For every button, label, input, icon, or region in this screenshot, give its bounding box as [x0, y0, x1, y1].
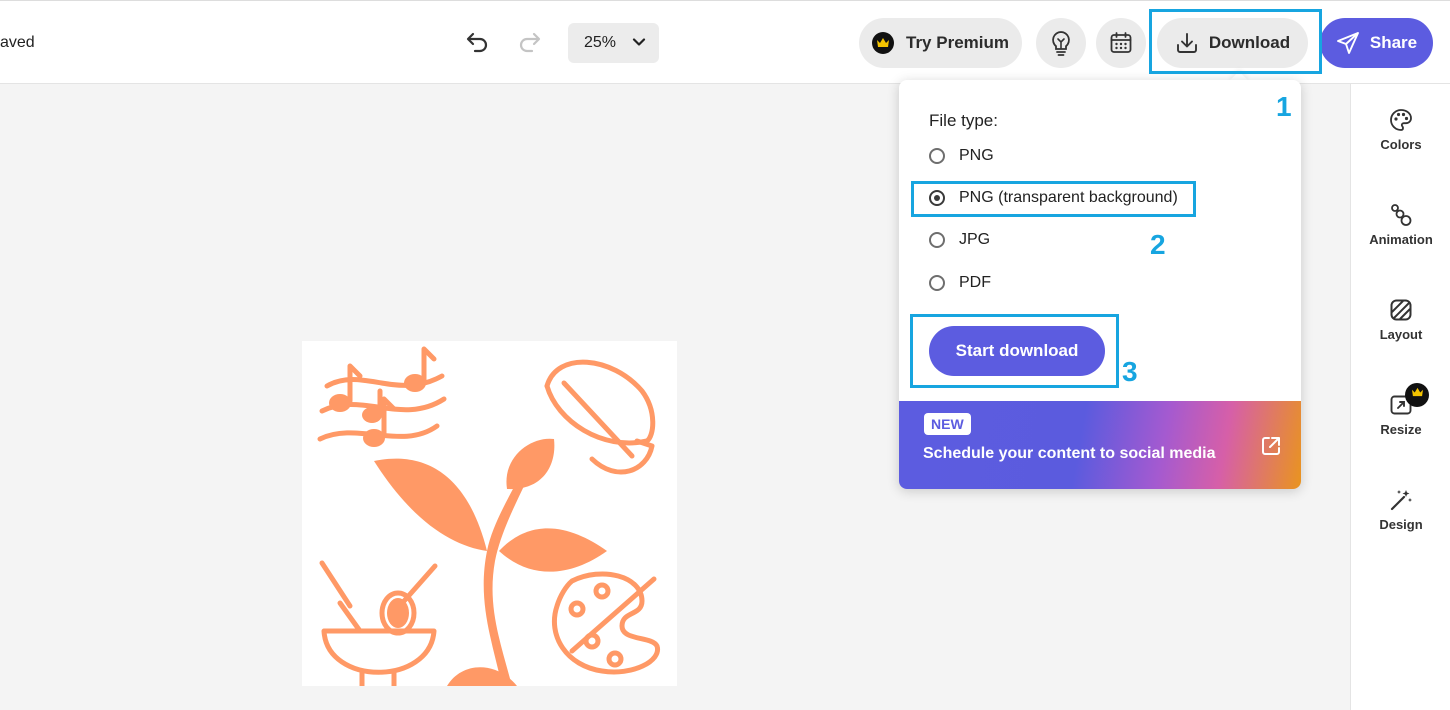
file-type-label: File type:	[929, 111, 998, 130]
file-type-option-pdf[interactable]: PDF	[929, 274, 991, 292]
brand-tips-button[interactable]	[1036, 18, 1086, 68]
file-type-option-png[interactable]: PNG	[929, 147, 994, 165]
zoom-select[interactable]: 25%	[568, 23, 659, 63]
file-type-option-png-transparent[interactable]: PNG (transparent background)	[929, 189, 1178, 207]
design-canvas[interactable]	[302, 341, 677, 686]
sidebar-item-label: Animation	[1369, 232, 1433, 247]
sidebar-item-design[interactable]: Design	[1351, 488, 1450, 532]
sidebar-item-label: Layout	[1379, 327, 1423, 342]
try-premium-button[interactable]: Try Premium	[859, 18, 1022, 68]
sidebar-item-label: Design	[1379, 517, 1423, 532]
step-number-1: 1	[1276, 91, 1292, 122]
radio-button[interactable]	[929, 232, 945, 248]
paper-plane-icon	[1336, 32, 1359, 54]
step-number-3: 3	[1122, 356, 1138, 387]
schedule-promo-banner[interactable]: NEW Schedule your content to social medi…	[899, 401, 1301, 489]
share-label: Share	[1369, 33, 1418, 52]
calendar-icon	[1110, 32, 1132, 53]
hobbies-illustration	[317, 346, 660, 686]
radio-button[interactable]	[929, 275, 945, 291]
zoom-value: 25%	[584, 34, 617, 51]
start-download-button[interactable]: Start download	[929, 326, 1105, 376]
undo-icon[interactable]	[465, 29, 491, 55]
step-number-2: 2	[1150, 229, 1166, 260]
lightbulb-icon	[1052, 31, 1070, 56]
external-link-icon	[1262, 437, 1280, 455]
option-label: PNG (transparent background)	[959, 189, 1178, 206]
radio-button-checked[interactable]	[929, 190, 945, 206]
layout-icon	[1390, 299, 1412, 321]
option-label: PDF	[959, 274, 991, 291]
crown-icon	[872, 32, 894, 54]
redo-icon[interactable]	[516, 29, 542, 55]
download-panel: File type: PNG PNG (transparent backgrou…	[899, 80, 1301, 489]
animation-icon	[1391, 204, 1412, 226]
sidebar-item-layout[interactable]: Layout	[1351, 298, 1450, 342]
file-type-option-jpg[interactable]: JPG	[929, 231, 990, 249]
sidebar-item-colors[interactable]: Colors	[1351, 108, 1450, 152]
option-label: PNG	[959, 147, 994, 164]
palette-icon	[1390, 109, 1412, 131]
sidebar-item-animation[interactable]: Animation	[1351, 203, 1450, 247]
premium-crown-icon	[1405, 383, 1429, 407]
radio-button[interactable]	[929, 148, 945, 164]
magic-wand-icon	[1390, 490, 1412, 511]
sidebar-item-label: Resize	[1380, 422, 1422, 437]
sidebar-item-label: Colors	[1380, 137, 1422, 152]
promo-text: Schedule your content to social media	[923, 445, 1216, 462]
chevron-down-icon	[632, 38, 646, 46]
right-sidebar: Colors Animation Layout Resize Design	[1350, 84, 1450, 710]
sidebar-item-resize[interactable]: Resize	[1351, 383, 1450, 437]
download-button[interactable]: Download	[1157, 18, 1308, 68]
schedule-button[interactable]	[1096, 18, 1146, 68]
new-badge: NEW	[924, 413, 971, 435]
download-icon	[1176, 33, 1197, 53]
option-label: JPG	[959, 231, 991, 248]
download-label: Download	[1208, 33, 1291, 52]
try-premium-label: Try Premium	[906, 33, 1009, 52]
top-bar: aved 25% Try Premium Download Share	[0, 0, 1450, 84]
save-status: aved	[0, 34, 35, 51]
share-button[interactable]: Share	[1320, 18, 1433, 68]
